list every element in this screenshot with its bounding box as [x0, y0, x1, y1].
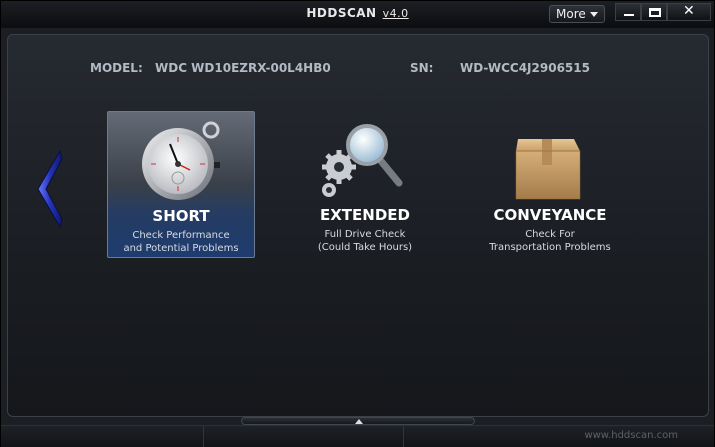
extended-test-tile[interactable]: EXTENDED Full Drive Check (Could Take Ho…	[291, 111, 439, 258]
cardboard-box-icon	[515, 139, 581, 200]
model-value: WDC WD10EZRX-00L4HB0	[155, 61, 331, 75]
short-test-description: Check Performance and Potential Problems	[108, 229, 254, 255]
minimize-icon	[624, 14, 634, 16]
status-segment	[204, 426, 404, 447]
extended-test-title: EXTENDED	[320, 206, 410, 224]
description-line: Full Drive Check	[324, 229, 406, 240]
conveyance-test-description: Check For Transportation Problems	[476, 228, 624, 254]
description-line: (Could Take Hours)	[317, 242, 413, 253]
gears-magnifier-icon	[322, 124, 403, 197]
status-segment	[1, 426, 204, 447]
app-name: HDDSCAN	[306, 6, 377, 20]
previous-arrow-icon[interactable]	[34, 149, 64, 229]
short-test-tile[interactable]: SHORT Check Performance and Potential Pr…	[107, 111, 255, 258]
chevron-up-icon	[355, 419, 363, 424]
close-icon: ✕	[683, 3, 695, 19]
website-link[interactable]: www.hddscan.com	[584, 430, 678, 441]
maximize-button[interactable]	[641, 3, 667, 21]
extended-test-description: Full Drive Check (Could Take Hours)	[291, 228, 439, 254]
app-window: HDDSCAN v4.0 More ✕ MODEL: WDC WD10EZRX-0…	[0, 0, 715, 447]
serial-value: WD-WCC4J2906515	[460, 61, 590, 75]
close-button[interactable]: ✕	[667, 3, 711, 21]
description-line: Check Performance	[132, 230, 230, 241]
panel-toggle-handle[interactable]	[241, 417, 475, 425]
short-test-title: SHORT	[152, 207, 210, 225]
version-link[interactable]: v4.0	[383, 7, 409, 20]
serial-label: SN:	[410, 61, 434, 75]
maximize-icon	[649, 8, 661, 17]
description-line: Check For	[525, 229, 575, 240]
conveyance-test-tile[interactable]: CONVEYANCE Check For Transportation Prob…	[476, 111, 624, 258]
description-line: and Potential Problems	[123, 243, 239, 254]
stopwatch-icon	[142, 121, 220, 200]
more-button[interactable]: More	[549, 5, 605, 23]
window-title: HDDSCAN v4.0	[1, 6, 714, 20]
chevron-down-icon	[590, 12, 598, 17]
status-bar: www.hddscan.com	[1, 425, 714, 447]
title-bar[interactable]: HDDSCAN v4.0 More ✕	[1, 1, 714, 28]
minimize-button[interactable]	[615, 3, 641, 21]
model-label: MODEL:	[90, 61, 143, 75]
conveyance-test-title: CONVEYANCE	[493, 206, 607, 224]
more-button-label: More	[556, 7, 586, 21]
description-line: Transportation Problems	[489, 242, 611, 253]
